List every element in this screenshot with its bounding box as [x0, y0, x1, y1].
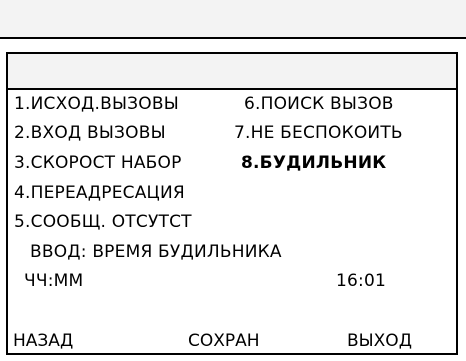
menu-item-alarm-selected[interactable]: 8.БУДИЛЬНИК: [241, 153, 386, 173]
display-status-bar: [8, 54, 456, 90]
menu-item-call-search[interactable]: 6.ПОИСК ВЫЗОВ: [244, 94, 394, 114]
save-softkey[interactable]: СОХРАН: [188, 331, 260, 351]
alarm-time-value[interactable]: 16:01: [336, 271, 386, 291]
menu-item-away-message[interactable]: 5.СООБЩ. ОТСУТСТ: [14, 212, 192, 232]
menu-item-do-not-disturb[interactable]: 7.НЕ БЕСПОКОИТЬ: [234, 123, 403, 143]
phone-display: 1.ИСХОД.ВЫЗОВЫ 2.ВХОД ВЫЗОВЫ 3.СКОРОСТ Н…: [6, 52, 458, 355]
input-prompt: ВВОД: ВРЕМЯ БУДИЛЬНИКА: [30, 242, 282, 262]
menu-item-outgoing-calls[interactable]: 1.ИСХОД.ВЫЗОВЫ: [14, 94, 179, 114]
menu-item-call-forward[interactable]: 4.ПЕРЕАДРЕСАЦИЯ: [14, 183, 185, 203]
menu-item-incoming-calls[interactable]: 2.ВХОД ВЫЗОВЫ: [14, 123, 166, 143]
back-softkey[interactable]: НАЗАД: [13, 331, 73, 351]
menu-item-speed-dial[interactable]: 3.СКОРОСТ НАБОР: [14, 153, 182, 173]
time-format-label: ЧЧ:ММ: [24, 271, 84, 291]
top-divider: [0, 37, 466, 39]
exit-softkey[interactable]: ВЫХОД: [347, 331, 412, 351]
top-band: [0, 0, 466, 37]
